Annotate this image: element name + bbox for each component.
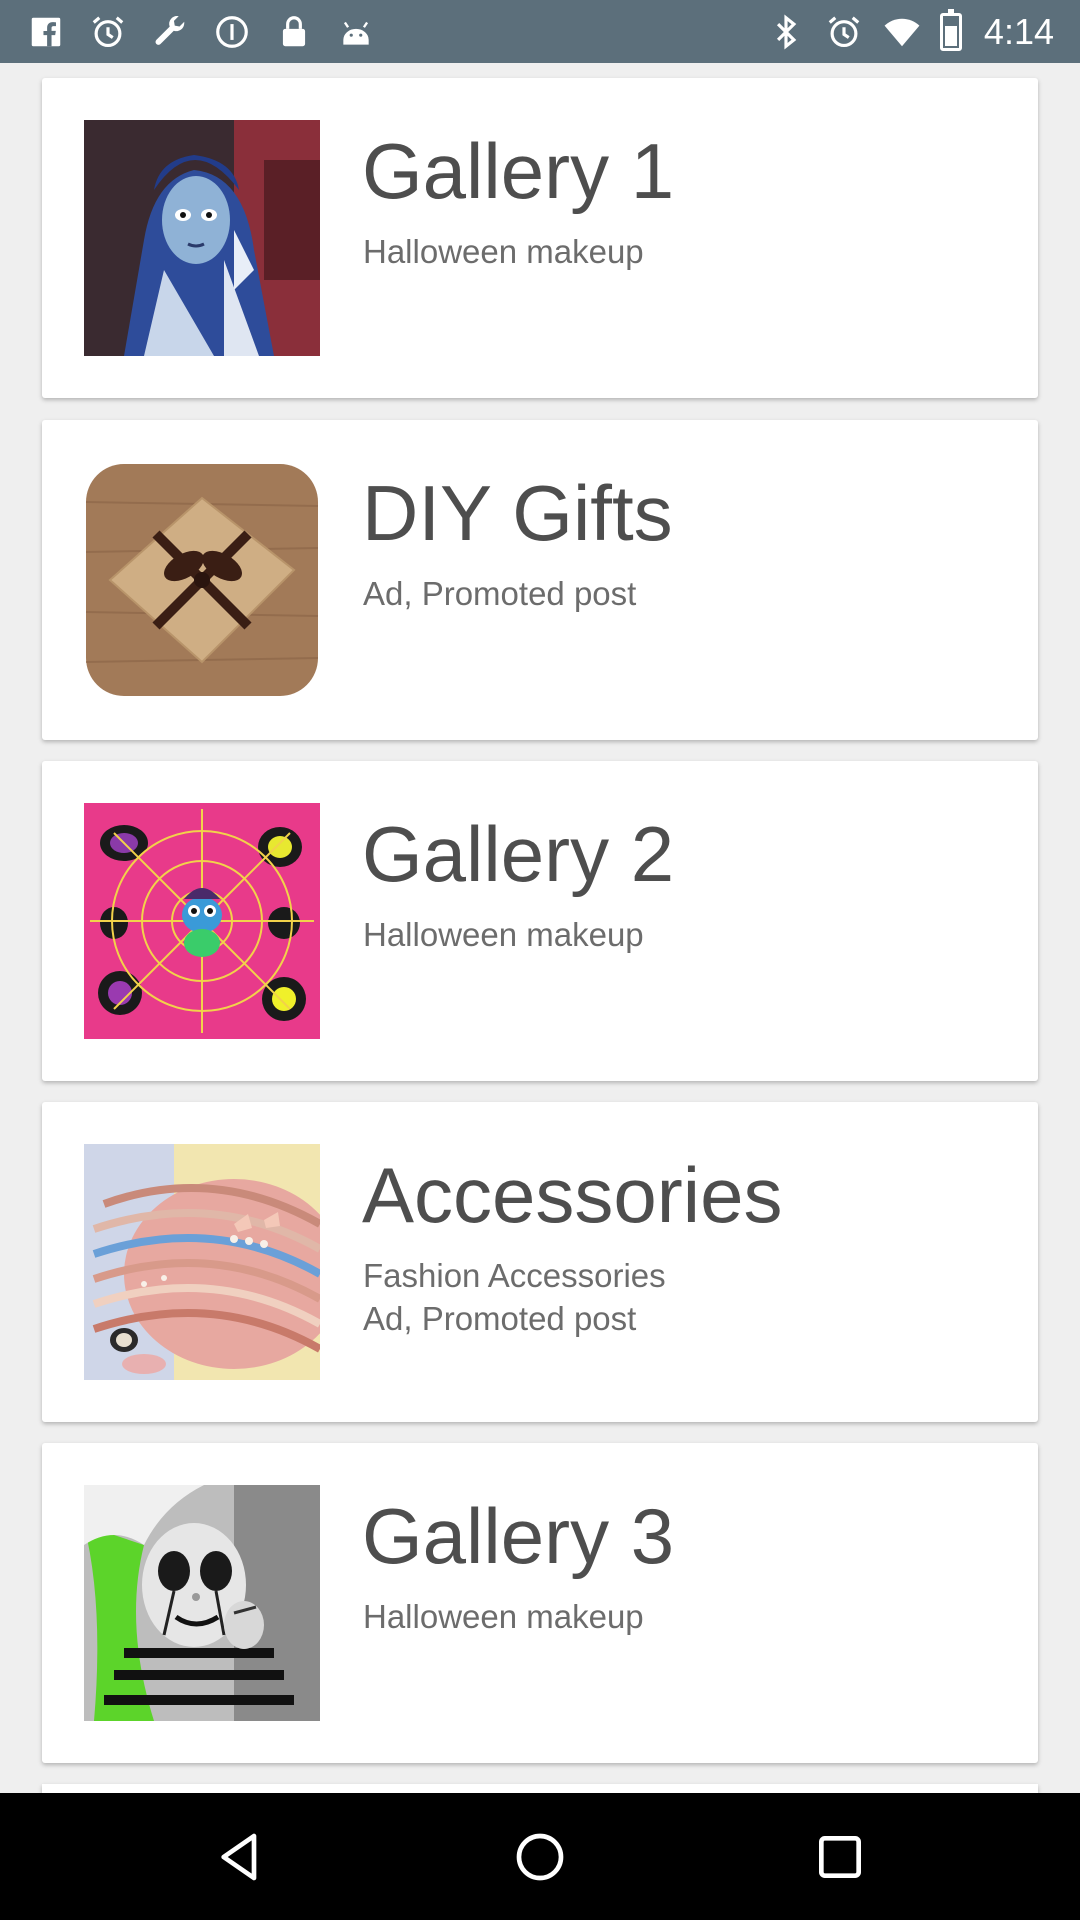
clown-makeup-thumbnail xyxy=(84,1485,320,1721)
back-button[interactable] xyxy=(200,1817,280,1897)
gallery-list[interactable]: Gallery 1 Halloween makeup DIY Gifts Ad,… xyxy=(0,63,1080,1793)
item-title: DIY Gifts xyxy=(362,469,673,557)
gift-box-thumbnail xyxy=(84,462,320,698)
home-icon xyxy=(516,1833,564,1880)
battery-icon xyxy=(939,8,962,51)
status-time: 4:14 xyxy=(983,10,1054,52)
item-title: Gallery 1 xyxy=(362,127,675,215)
home-button[interactable] xyxy=(500,1817,580,1897)
list-item-accessories[interactable]: Accessories Fashion Accessories Ad, Prom… xyxy=(42,1102,1038,1422)
item-subtitle: Halloween makeup xyxy=(363,916,644,953)
recents-button[interactable] xyxy=(800,1817,880,1897)
item-title: Gallery 3 xyxy=(362,1492,675,1580)
spider-web-thumbnail xyxy=(84,803,320,1039)
item-title: Gallery 2 xyxy=(362,810,675,898)
gothic-bride-thumbnail xyxy=(84,120,320,356)
list-item-partial[interactable] xyxy=(42,1784,1038,1793)
alarm-icon xyxy=(88,12,128,52)
item-title: Accessories xyxy=(362,1151,783,1239)
item-subtitle: Halloween makeup xyxy=(363,1598,644,1635)
list-item-gallery-2[interactable]: Gallery 2 Halloween makeup xyxy=(42,761,1038,1081)
wifi-icon xyxy=(882,12,922,52)
notification-icons xyxy=(26,12,376,52)
navigation-bar xyxy=(0,1793,1080,1920)
item-subtitle: Halloween makeup xyxy=(363,233,644,270)
recents-icon xyxy=(819,1835,861,1878)
item-subtitle: Fashion Accessories Ad, Promoted post xyxy=(363,1254,666,1340)
item-subtitle-line-2: Ad, Promoted post xyxy=(363,1300,637,1337)
info-icon xyxy=(212,12,252,52)
lock-icon xyxy=(274,12,314,52)
facebook-icon xyxy=(26,12,66,52)
system-icons: 4:14 xyxy=(766,8,1054,53)
bluetooth-icon xyxy=(766,12,806,52)
status-bar: 4:14 xyxy=(0,0,1080,63)
alarm-icon xyxy=(824,12,864,52)
wrench-icon xyxy=(150,12,190,52)
item-subtitle-line-1: Fashion Accessories xyxy=(363,1257,666,1294)
item-subtitle: Ad, Promoted post xyxy=(363,575,637,612)
list-item-diy-gifts[interactable]: DIY Gifts Ad, Promoted post xyxy=(42,420,1038,740)
android-icon xyxy=(336,12,376,52)
list-item-gallery-3[interactable]: Gallery 3 Halloween makeup xyxy=(42,1443,1038,1763)
back-icon xyxy=(221,1833,257,1880)
bracelets-thumbnail xyxy=(84,1144,320,1380)
list-item-gallery-1[interactable]: Gallery 1 Halloween makeup xyxy=(42,78,1038,398)
